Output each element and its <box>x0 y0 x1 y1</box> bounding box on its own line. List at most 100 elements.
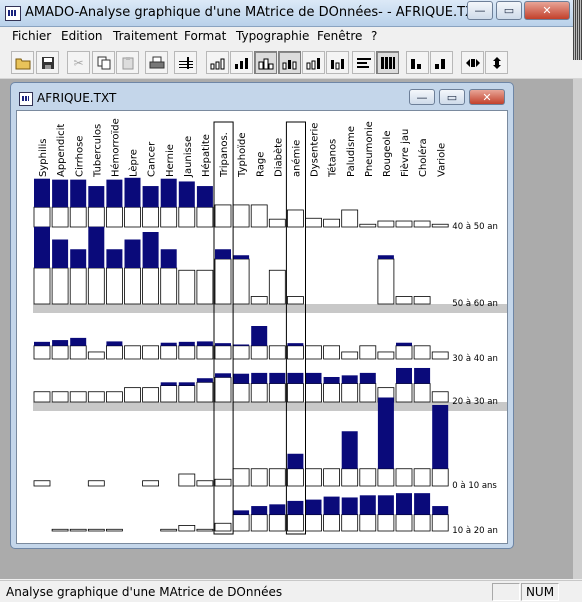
move-h-button[interactable] <box>461 51 484 74</box>
print-button[interactable] <box>145 51 168 74</box>
chart-mode-3-button[interactable] <box>254 51 277 74</box>
column-label: Appendicit <box>56 124 67 177</box>
cell-box <box>196 381 214 403</box>
cell-box <box>124 206 141 228</box>
menu-bar: Fichier Edition Traitement Format Typogr… <box>0 27 582 46</box>
menu-edition[interactable]: Edition <box>61 29 103 43</box>
chart-mode-5-button[interactable] <box>302 51 325 74</box>
copy-button[interactable] <box>92 51 115 74</box>
cell-bar <box>106 341 123 346</box>
cell-bar <box>106 179 123 208</box>
cell-bar <box>178 181 195 208</box>
column-label: Typhoïde <box>237 132 248 178</box>
doc-maximize-button[interactable]: ▭ <box>439 89 465 105</box>
cell-bar <box>70 337 87 346</box>
chart-mode-6-button[interactable] <box>326 51 349 74</box>
document-title: AFRIQUE.TXT <box>37 91 117 105</box>
cell-bar <box>359 372 376 384</box>
cell-box <box>305 514 322 532</box>
sort-button[interactable] <box>174 51 197 74</box>
cell-bar <box>396 342 412 346</box>
cell-box <box>359 468 377 487</box>
cell-box <box>106 267 123 305</box>
cell-box <box>87 528 105 532</box>
maximize-button[interactable]: ▭ <box>496 1 522 20</box>
minimize-icon: — <box>416 90 428 104</box>
close-button[interactable]: ✕ <box>524 1 570 20</box>
cell-box <box>359 345 377 360</box>
column-label: Cirrhose <box>74 136 85 177</box>
status-text: Analyse graphique d'une MAtrice de DOnné… <box>6 585 283 599</box>
move-v-button[interactable] <box>485 51 508 74</box>
cell-box <box>431 514 449 532</box>
cell-box <box>214 258 232 305</box>
cell-bar <box>233 510 250 515</box>
bar-chart-6-icon <box>330 58 344 69</box>
column-label: Dysenterie <box>310 123 321 177</box>
cell-box <box>286 383 304 403</box>
cell-box <box>214 478 232 487</box>
profile-a-button[interactable] <box>406 51 429 74</box>
cell-bar <box>432 506 449 515</box>
copy-icon <box>97 56 110 69</box>
matrix-canvas[interactable]: Syphilis Appendicit Cirrhose Tuberculos Hémo… <box>16 110 508 544</box>
cell-box <box>395 220 413 228</box>
cut-icon: ✂ <box>73 55 84 70</box>
cell-box <box>196 345 214 360</box>
cell-box <box>232 468 250 487</box>
cut-button[interactable]: ✂ <box>67 51 90 74</box>
menu-fichier[interactable]: Fichier <box>12 29 51 43</box>
cell-box <box>341 514 359 532</box>
cell-box <box>323 345 341 360</box>
cell-box <box>377 351 395 360</box>
cell-bar <box>70 179 87 208</box>
chart-mode-1-button[interactable] <box>206 51 229 74</box>
cell-bar <box>269 372 286 384</box>
menu-traitement[interactable]: Traitement <box>113 29 178 43</box>
document-icon <box>19 92 33 106</box>
column-label: Tuberculos <box>92 124 103 178</box>
cell-bar <box>233 255 250 259</box>
minimize-button[interactable]: — <box>467 1 493 20</box>
cell-box <box>413 383 431 403</box>
cell-bar <box>70 249 87 268</box>
cell-bar <box>160 249 177 268</box>
cell-box <box>305 217 322 228</box>
menu-format[interactable]: Format <box>184 29 226 43</box>
doc-close-button[interactable]: ✕ <box>469 89 505 105</box>
chart-mode-2-button[interactable] <box>230 51 253 74</box>
column-label: Tétanos <box>327 139 339 178</box>
cell-box <box>160 345 178 360</box>
open-button[interactable] <box>11 51 34 74</box>
cell-box <box>305 383 322 403</box>
column-label: Rage <box>255 152 266 177</box>
chart-mode-4-button[interactable] <box>278 51 301 74</box>
cell-bar <box>269 504 286 515</box>
move-h-icon <box>465 58 480 67</box>
column-label: Jaunisse <box>183 136 194 178</box>
rows-button[interactable] <box>352 51 375 74</box>
profile-b-icon <box>434 58 445 69</box>
grid-button[interactable] <box>376 51 399 74</box>
profile-b-button[interactable] <box>430 51 453 74</box>
cell-box <box>142 387 159 403</box>
menu-typographie[interactable]: Typographie <box>236 29 309 43</box>
column-label: Lèpre <box>128 149 140 177</box>
rows-icon <box>356 57 371 68</box>
menu-fenetre[interactable]: Fenêtre <box>317 29 362 43</box>
doc-minimize-button[interactable]: — <box>409 89 435 105</box>
move-v-icon <box>492 56 501 69</box>
cell-box <box>268 514 286 532</box>
cell-box <box>214 345 232 360</box>
cell-bar <box>142 232 159 268</box>
cell-bar <box>34 341 50 346</box>
cell-box <box>395 383 413 403</box>
paste-button[interactable] <box>116 51 139 74</box>
cell-box <box>395 345 413 360</box>
save-button[interactable] <box>36 51 59 74</box>
cell-box <box>431 468 449 487</box>
cell-box <box>250 345 268 360</box>
menu-help[interactable]: ? <box>371 29 377 43</box>
cell-bar <box>52 340 69 346</box>
cell-box <box>341 468 359 487</box>
